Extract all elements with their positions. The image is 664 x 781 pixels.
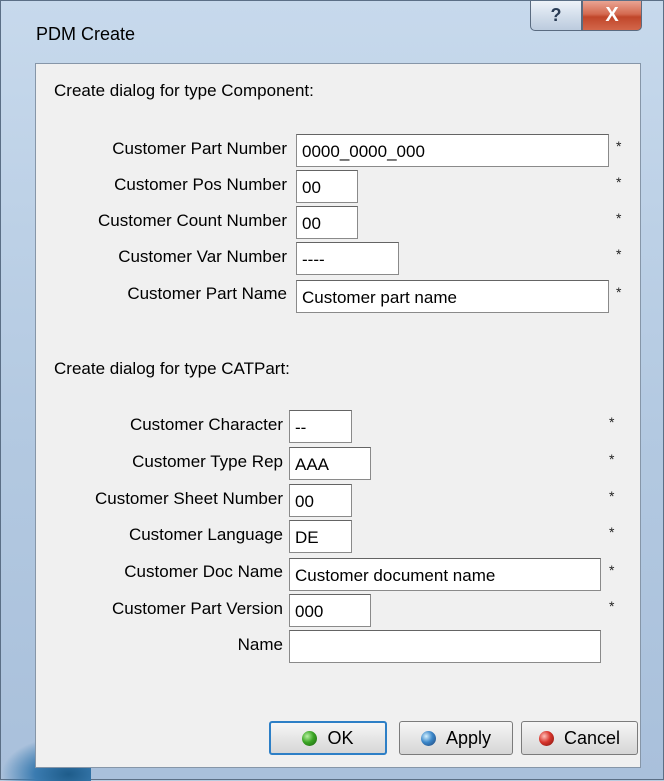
help-button[interactable]: ? <box>530 1 582 31</box>
customer-doc-name-field[interactable]: Customer document name <box>289 558 601 591</box>
window-title: PDM Create <box>36 24 136 44</box>
customer-type-rep-label: Customer Type Rep <box>132 452 283 471</box>
customer-part-number-field[interactable]: 0000_0000_000 <box>296 134 609 167</box>
close-button[interactable]: X <box>582 1 642 31</box>
green-status-icon <box>302 730 318 746</box>
cancel-button-label: Cancel <box>563 727 621 748</box>
cancel-button[interactable]: Cancel <box>521 721 638 755</box>
name-label: Name <box>237 635 283 654</box>
required-marker: * <box>616 284 622 300</box>
apply-button-label: Apply <box>445 727 492 748</box>
customer-character-field[interactable]: -- <box>289 410 352 443</box>
customer-part-name-label: Customer Part Name <box>127 284 287 303</box>
required-marker: * <box>616 174 622 190</box>
customer-part-number-label: Customer Part Number <box>112 139 287 158</box>
required-marker: * <box>616 210 622 226</box>
help-icon: ? <box>550 5 562 25</box>
required-marker: * <box>609 451 615 467</box>
blue-status-icon <box>420 730 436 746</box>
customer-part-version-field[interactable]: 000 <box>289 594 371 627</box>
customer-language-label: Customer Language <box>128 525 283 544</box>
customer-part-name-field[interactable]: Customer part name <box>296 280 609 313</box>
pdm-create-dialog: PDM Create ? X Create dialog for type Co… <box>0 0 664 781</box>
ok-button-label: OK <box>327 727 354 748</box>
component-section-heading: Create dialog for type Component: <box>54 81 314 100</box>
required-marker: * <box>609 562 615 578</box>
customer-part-version-label: Customer Part Version <box>111 599 283 618</box>
customer-character-label: Customer Character <box>129 415 283 434</box>
customer-sheet-number-label: Customer Sheet Number <box>94 489 283 508</box>
required-marker: * <box>609 414 615 430</box>
customer-count-number-field[interactable]: 00 <box>296 206 358 239</box>
close-icon: X <box>605 4 619 26</box>
required-marker: * <box>616 138 622 154</box>
customer-type-rep-field[interactable]: AAA <box>289 447 371 480</box>
name-field[interactable] <box>289 630 601 663</box>
customer-var-number-label: Customer Var Number <box>118 247 287 266</box>
required-marker: * <box>609 488 615 504</box>
customer-sheet-number-field[interactable]: 00 <box>289 484 352 517</box>
customer-count-number-label: Customer Count Number <box>98 211 287 230</box>
required-marker: * <box>616 246 622 262</box>
red-status-icon <box>538 730 554 746</box>
apply-button[interactable]: Apply <box>399 721 513 755</box>
customer-pos-number-label: Customer Pos Number <box>114 175 287 194</box>
required-marker: * <box>609 524 615 540</box>
customer-language-field[interactable]: DE <box>289 520 352 553</box>
title-bar[interactable]: PDM Create ? X <box>1 1 663 47</box>
customer-var-number-field[interactable]: ---- <box>296 242 399 275</box>
customer-pos-number-field[interactable]: 00 <box>296 170 358 203</box>
customer-doc-name-label: Customer Doc Name <box>124 562 283 581</box>
catpart-section-heading: Create dialog for type CATPart: <box>54 359 290 378</box>
ok-button[interactable]: OK <box>269 721 387 755</box>
required-marker: * <box>609 598 615 614</box>
